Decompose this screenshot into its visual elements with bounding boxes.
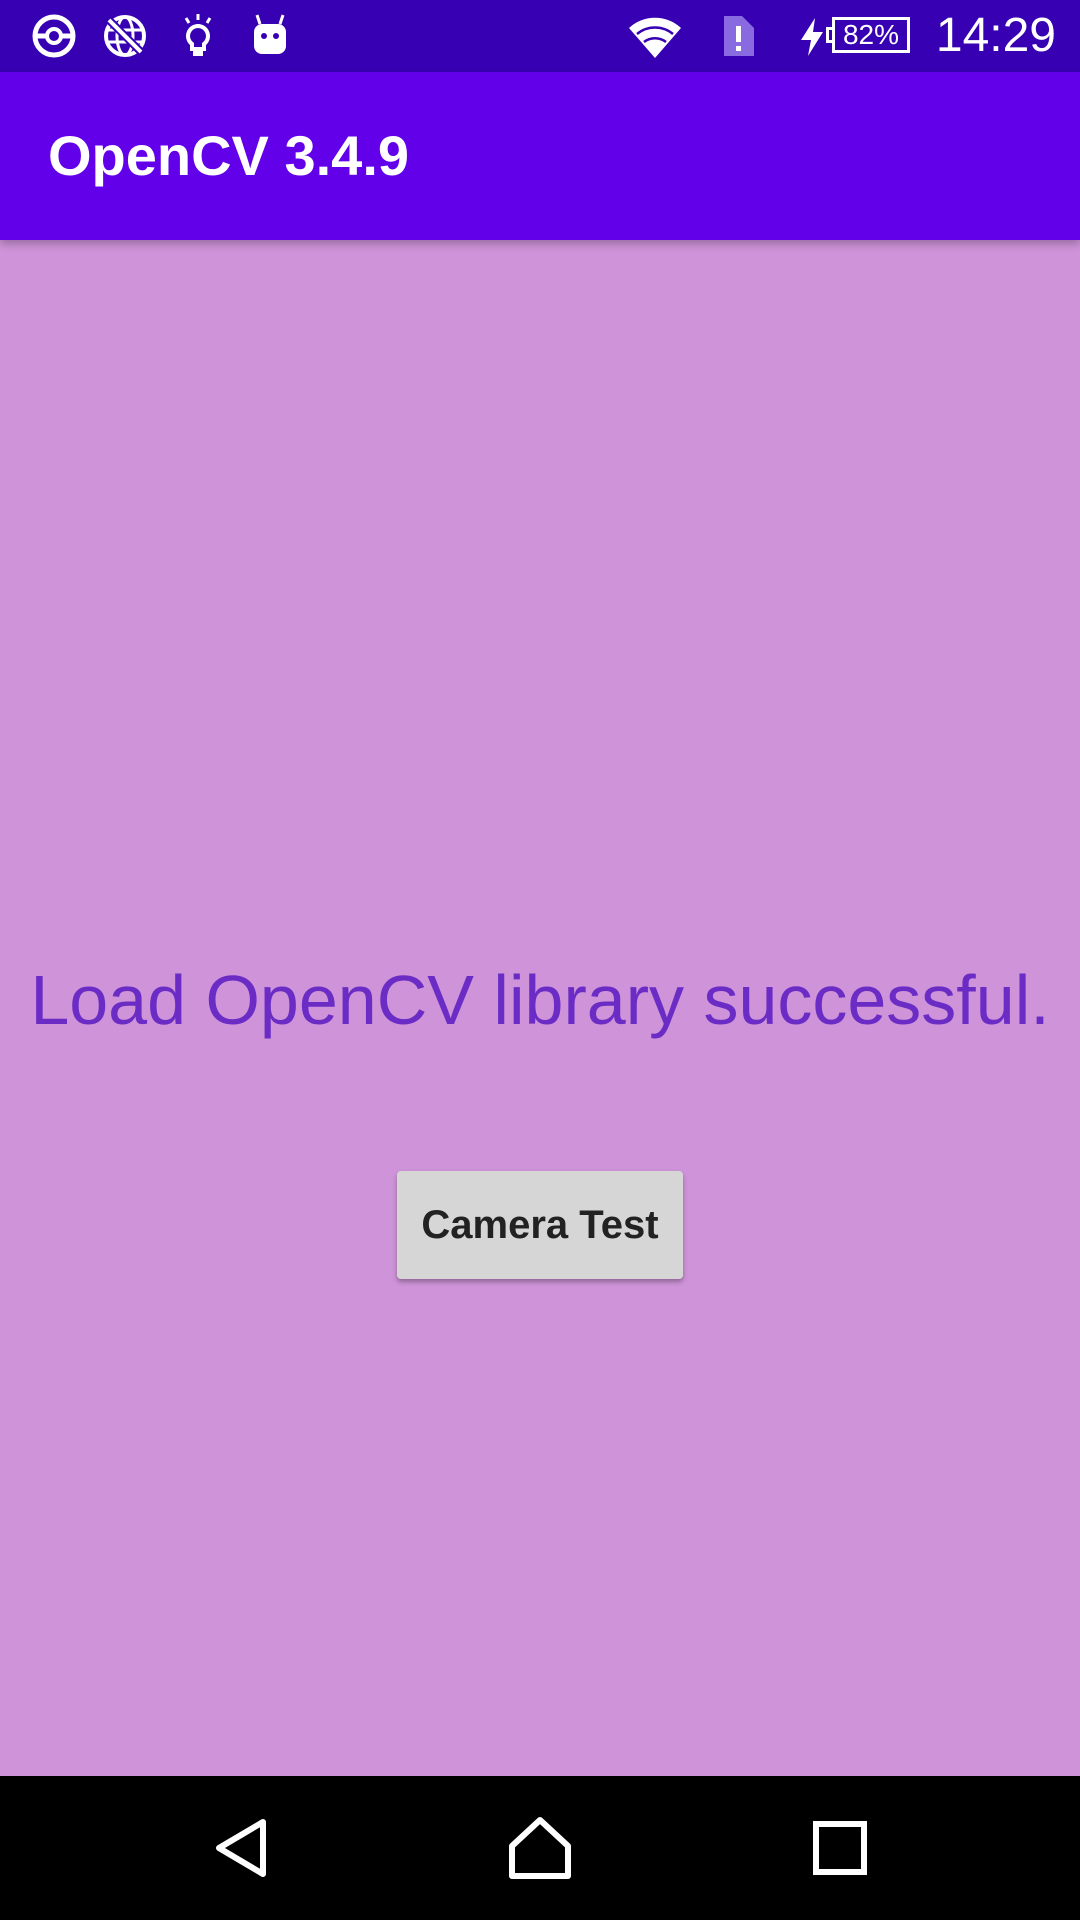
battery-indicator: 82% [798,12,916,60]
lightbulb-icon [174,12,222,60]
battery-percent: 82% [842,19,900,50]
wifi-icon [627,12,683,60]
home-icon[interactable] [504,1812,576,1884]
app-bar: OpenCV 3.4.9 [0,72,1080,240]
status-bar: 82% 14:29 [0,0,1080,72]
load-status-message: Load OpenCV library successful. [30,961,1050,1039]
android-robot-icon [246,12,294,60]
back-icon[interactable] [205,1812,277,1884]
camera-test-button[interactable]: Camera Test [397,1171,683,1279]
recents-icon[interactable] [804,1812,876,1884]
sim-alert-icon [714,12,762,60]
screen: 82% 14:29 OpenCV 3.4.9 Load OpenCV libra… [0,0,1080,1920]
pokeball-icon [30,12,78,60]
charging-bolt-icon [801,18,823,56]
app-title: OpenCV 3.4.9 [48,124,410,187]
navigation-bar [0,1776,1080,1920]
no-network-globe-icon [101,12,149,60]
main-content: Load OpenCV library successful. Camera T… [0,240,1080,1776]
clock: 14:29 [935,9,1056,62]
